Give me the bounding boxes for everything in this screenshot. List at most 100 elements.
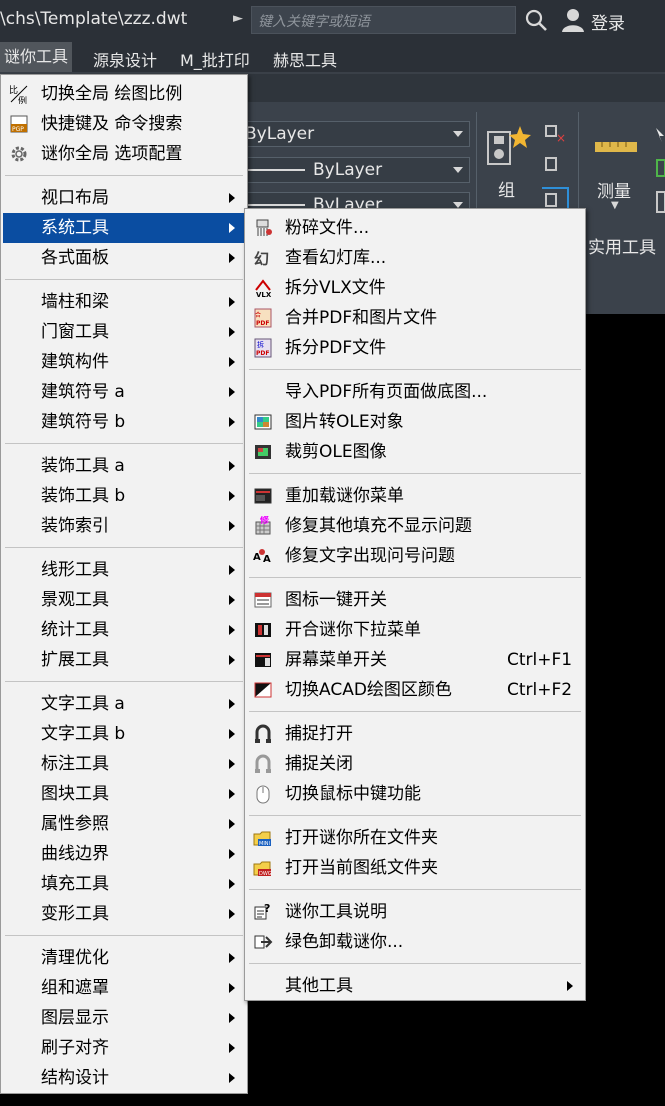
main-menu-item[interactable]: 组和遮罩	[3, 973, 245, 1003]
search-icon[interactable]	[524, 8, 550, 34]
main-menu-item[interactable]: 属性参照	[3, 809, 245, 839]
menu-item-label: 属性参照	[41, 814, 109, 834]
utility-tools-icon[interactable]	[652, 126, 665, 216]
submenu-item[interactable]: DWG 打开当前图纸文件夹	[247, 853, 583, 883]
svg-text:PDF: PDF	[256, 320, 269, 327]
icon-toggle-icon	[254, 592, 272, 608]
submenu-item[interactable]: 屏幕菜单开关 Ctrl+F1	[247, 645, 583, 675]
menu-item-label: 图片转OLE对象	[285, 412, 404, 432]
menubar-item-mini-tools[interactable]: 谜你工具	[0, 42, 73, 72]
svg-text:拆: 拆	[257, 340, 264, 349]
submenu-item[interactable]: ? 谜你工具说明	[247, 897, 583, 927]
main-menu-item[interactable]: 建筑构件	[3, 347, 245, 377]
user-icon[interactable]	[561, 7, 585, 33]
submenu-item[interactable]: 修 修复其他填充不显示问题	[247, 511, 583, 541]
combo-value: ByLayer	[313, 160, 383, 180]
submenu-item[interactable]: 绿色卸载谜你...	[247, 927, 583, 957]
menu-separator	[5, 547, 243, 548]
main-menu-item[interactable]: 门窗工具	[3, 317, 245, 347]
submenu-arrow-icon	[229, 819, 235, 829]
svg-text:幻: 幻	[254, 250, 269, 268]
main-menu-item[interactable]: 景观工具	[3, 585, 245, 615]
main-menu-item[interactable]: 线形工具	[3, 555, 245, 585]
submenu-item[interactable]: A A 修复文字出现问号问题	[247, 541, 583, 571]
main-menu-item[interactable]: 填充工具	[3, 869, 245, 899]
submenu-item[interactable]: 捕捉打开	[247, 719, 583, 749]
group-tools-icon[interactable]: ×	[542, 122, 570, 222]
ruler-icon[interactable]	[594, 136, 638, 156]
menu-item-label: 扩展工具	[41, 650, 109, 670]
menu-item-label: 切换鼠标中键功能	[285, 784, 421, 804]
submenu-item[interactable]: 其他工具	[247, 971, 583, 1001]
pdf-split-icon: 拆PDF	[254, 338, 272, 358]
submenu-item[interactable]: 切换鼠标中键功能	[247, 779, 583, 809]
submenu-arrow-icon	[229, 1073, 235, 1083]
main-menu-item[interactable]: 文字工具 a	[3, 689, 245, 719]
menubar-item-yuanquan[interactable]: 源泉设计	[93, 47, 157, 71]
measure-label[interactable]: 测量	[597, 177, 631, 202]
svg-text:合: 合	[255, 311, 261, 319]
main-menu-item[interactable]: 统计工具	[3, 615, 245, 645]
search-input[interactable]: 键入关键字或短语	[251, 6, 516, 34]
main-menu-top-item[interactable]: PGP 快捷键及 命令搜索	[3, 109, 245, 139]
main-menu-item[interactable]: 标注工具	[3, 749, 245, 779]
main-menu-item[interactable]: 清理优化	[3, 943, 245, 973]
group-icon[interactable]	[484, 122, 532, 170]
menu-separator	[5, 681, 243, 682]
main-menu-item[interactable]: 变形工具	[3, 899, 245, 929]
submenu-item[interactable]: MINI 打开谜你所在文件夹	[247, 823, 583, 853]
main-menu-item[interactable]: 结构设计	[3, 1063, 245, 1093]
main-menu-item[interactable]: 装饰工具 a	[3, 451, 245, 481]
login-button[interactable]: 登录	[591, 9, 625, 34]
color-combo[interactable]: ByLayer	[236, 121, 470, 147]
main-menu-item[interactable]: 刷子对齐	[3, 1033, 245, 1063]
main-menu-item[interactable]: 系统工具	[3, 213, 245, 243]
main-menu-item[interactable]: 图层显示	[3, 1003, 245, 1033]
main-menu-item[interactable]: 建筑符号 a	[3, 377, 245, 407]
submenu-item[interactable]: 捕捉关闭	[247, 749, 583, 779]
main-menu-item[interactable]: 图块工具	[3, 779, 245, 809]
menu-item-label: 修复文字出现问号问题	[285, 546, 455, 566]
submenu-item[interactable]: 开合谜你下拉菜单	[247, 615, 583, 645]
menu-item-shortcut: Ctrl+F2	[507, 680, 573, 700]
main-menu-item[interactable]: 各式面板	[3, 243, 245, 273]
menubar-item-hesi[interactable]: 赫思工具	[273, 47, 337, 71]
measure-dropdown-icon[interactable]: ▼	[611, 200, 619, 211]
submenu-item[interactable]: 拆 PDF 拆分PDF文件	[247, 333, 583, 363]
dropdown-toggle-icon	[255, 623, 271, 637]
pdf-merge-icon: 合PDF	[254, 308, 272, 328]
main-menu-item[interactable]: 建筑符号 b	[3, 407, 245, 437]
submenu-item[interactable]: 导入PDF所有页面做底图...	[247, 377, 583, 407]
main-menu-item[interactable]: 装饰工具 b	[3, 481, 245, 511]
help-icon: ?	[254, 902, 270, 920]
menubar-item-batch-print[interactable]: M_批打印	[180, 47, 250, 71]
folder-mini-icon: MINI	[253, 831, 271, 847]
main-menu-item[interactable]: 装饰索引	[3, 511, 245, 541]
main-menu-item[interactable]: 曲线边界	[3, 839, 245, 869]
main-menu-item[interactable]: 墙柱和梁	[3, 287, 245, 317]
main-menu-top-item[interactable]: 谜你全局 选项配置	[3, 139, 245, 169]
menu-item-label: 填充工具	[41, 874, 109, 894]
expand-arrow-icon[interactable]: ►	[233, 11, 243, 26]
submenu-item[interactable]: 重加载谜你菜单	[247, 481, 583, 511]
menu-item-label: 捕捉关闭	[285, 754, 353, 774]
submenu-arrow-icon	[229, 655, 235, 665]
submenu-item[interactable]: 粉碎文件...	[247, 213, 583, 243]
svg-text:VLX: VLX	[256, 291, 272, 298]
submenu-item[interactable]: 图标一键开关	[247, 585, 583, 615]
combo-value: ByLayer	[245, 124, 315, 144]
main-menu-top-item[interactable]: 比例切换全局 绘图比例	[3, 79, 245, 109]
linetype-combo[interactable]: ByLayer	[236, 157, 470, 183]
submenu-item[interactable]: 图片转OLE对象	[247, 407, 583, 437]
main-menu-item[interactable]: 文字工具 b	[3, 719, 245, 749]
submenu-item[interactable]: 幻查看幻灯库...	[247, 243, 583, 273]
menu-item-label: 建筑构件	[41, 352, 109, 372]
submenu-item[interactable]: 切换ACAD绘图区颜色 Ctrl+F2	[247, 675, 583, 705]
submenu-item[interactable]: VLX 拆分VLX文件	[247, 273, 583, 303]
submenu-item[interactable]: 合 PDF 合并PDF和图片文件	[247, 303, 583, 333]
mouse-icon	[256, 785, 270, 804]
main-menu-item[interactable]: 扩展工具	[3, 645, 245, 675]
submenu-arrow-icon	[229, 357, 235, 367]
submenu-item[interactable]: 裁剪OLE图像	[247, 437, 583, 467]
main-menu-item[interactable]: 视口布局	[3, 183, 245, 213]
